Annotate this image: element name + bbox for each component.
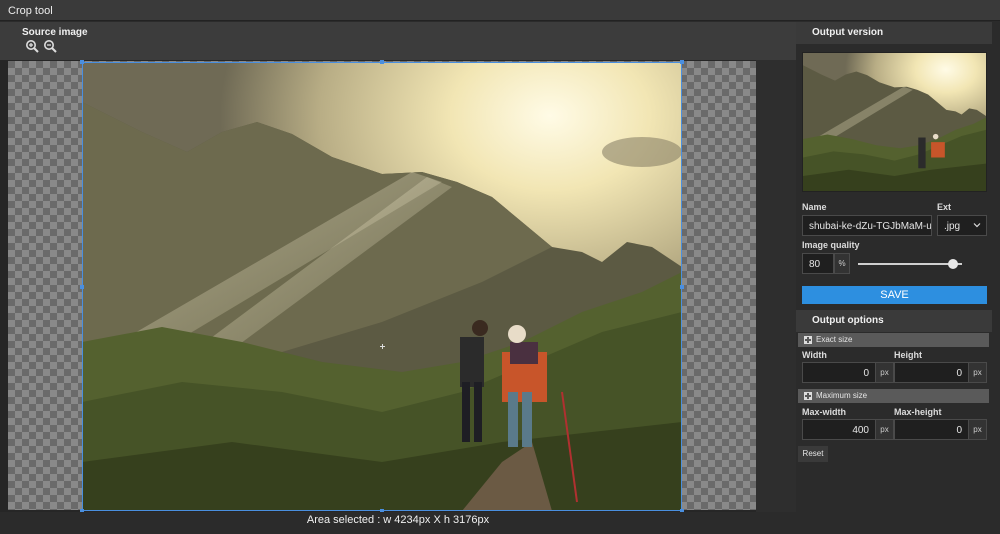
ext-label: Ext (937, 202, 952, 212)
width-label: Width (802, 350, 827, 360)
height-label: Height (894, 350, 922, 360)
output-version-title: Output version (812, 27, 884, 38)
ext-select-value: .jpg (944, 221, 961, 232)
output-options-header: Output options (796, 310, 992, 332)
output-options-title: Output options (812, 315, 884, 326)
crop-handle-right[interactable] (680, 285, 684, 289)
maximum-size-label: Maximum size (816, 391, 868, 400)
source-image-label: Source image (22, 27, 88, 38)
max-height-unit: px (969, 419, 987, 440)
expand-plus-icon (804, 336, 812, 344)
window-title: Crop tool (8, 5, 53, 17)
quality-input[interactable]: 80 (802, 253, 834, 274)
max-height-label: Max-height (894, 407, 942, 417)
source-image-header: Source image (0, 22, 796, 60)
crop-workspace (0, 60, 796, 513)
expand-plus-icon (804, 392, 812, 400)
width-input[interactable]: 0 (802, 362, 876, 383)
maximum-size-toggle[interactable]: Maximum size (798, 389, 989, 403)
exact-size-toggle[interactable]: Exact size (798, 333, 989, 347)
area-selected-bar: Area selected : w 4234px X h 3176px (0, 512, 796, 534)
workspace-gutter (756, 60, 796, 512)
output-preview-image (802, 52, 987, 192)
name-label: Name (802, 202, 827, 212)
window-titlebar: Crop tool (0, 0, 1000, 21)
max-height-input[interactable]: 0 (894, 419, 969, 440)
zoom-in-icon[interactable] (25, 39, 39, 53)
quality-slider-thumb[interactable] (948, 259, 959, 269)
crop-center-crosshair-icon (380, 344, 385, 349)
quality-slider-track[interactable] (858, 263, 962, 265)
save-button[interactable]: SAVE (802, 286, 987, 304)
width-unit: px (876, 362, 894, 383)
image-quality-label: Image quality (802, 240, 860, 250)
crop-handle-top[interactable] (380, 60, 384, 64)
height-unit: px (969, 362, 987, 383)
chevron-down-icon (973, 223, 981, 228)
ext-select[interactable]: .jpg (937, 215, 987, 236)
crop-handle-left[interactable] (80, 285, 84, 289)
zoom-out-icon[interactable] (43, 39, 57, 53)
output-panel: Output version Name Ext shubai-ke-dZu-TG… (796, 22, 1000, 534)
max-width-unit: px (876, 419, 894, 440)
exact-size-label: Exact size (816, 335, 853, 344)
area-selected-text: Area selected : w 4234px X h 3176px (306, 514, 490, 526)
quality-unit: % (834, 253, 850, 274)
crop-handle-top-left[interactable] (80, 60, 84, 64)
output-version-header: Output version (796, 22, 992, 44)
height-input[interactable]: 0 (894, 362, 969, 383)
max-width-label: Max-width (802, 407, 846, 417)
reset-button[interactable]: Reset (798, 446, 828, 462)
max-width-input[interactable]: 400 (802, 419, 876, 440)
name-input[interactable]: shubai-ke-dZu-TGJbMaM-unsplash (802, 215, 932, 236)
crop-handle-top-right[interactable] (680, 60, 684, 64)
crop-selection-frame[interactable] (80, 60, 684, 513)
